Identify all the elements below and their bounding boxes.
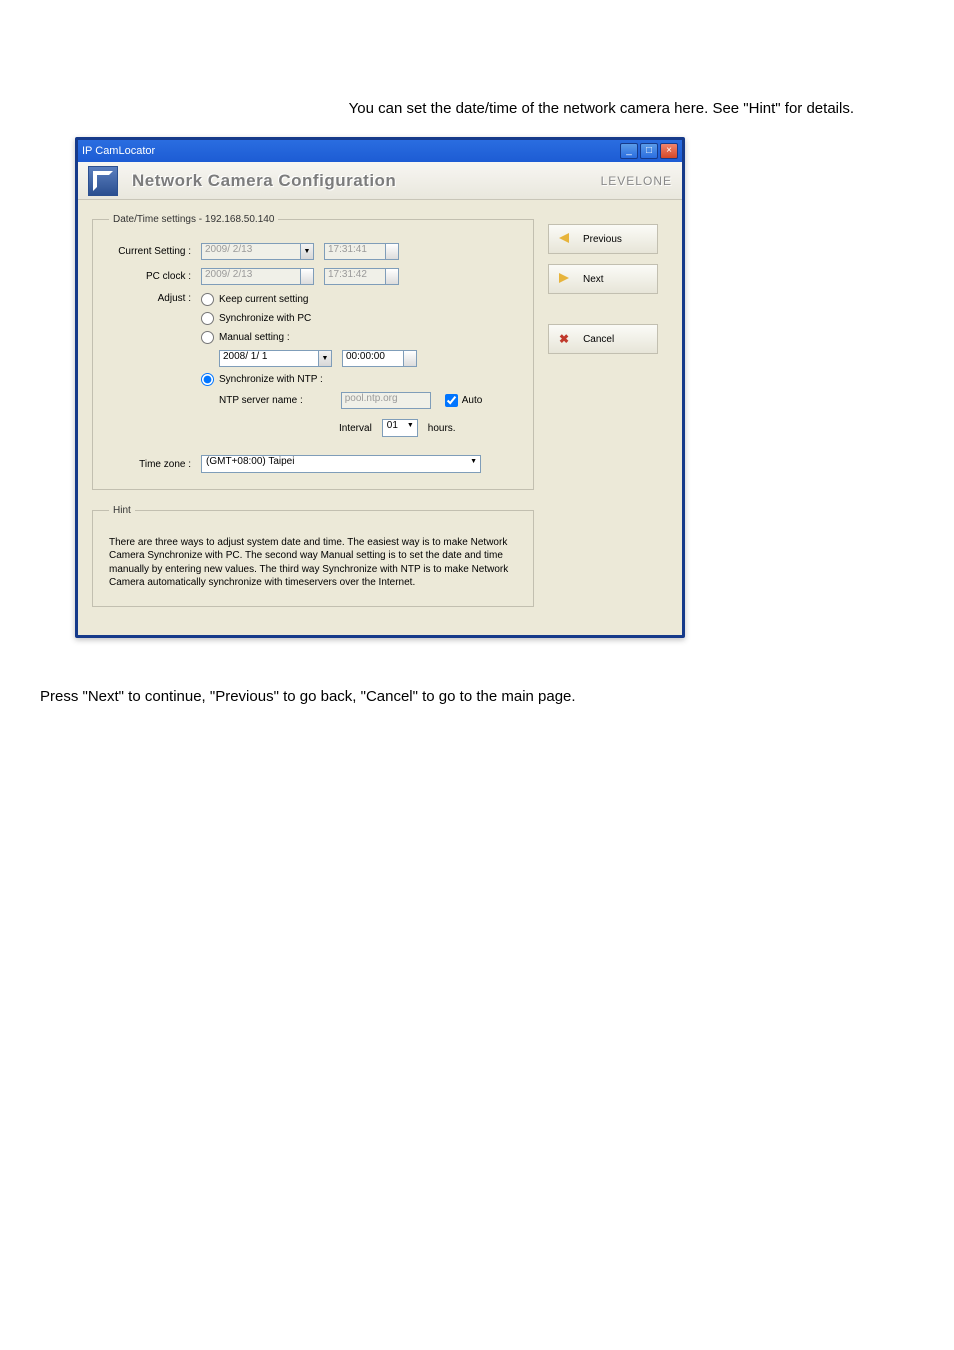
arrow-left-icon <box>559 233 569 246</box>
ntp-server-field: pool.ntp.org <box>341 392 431 409</box>
close-button[interactable]: × <box>660 143 678 159</box>
spinner-icon <box>386 243 399 260</box>
header-band: Network Camera Configuration LEVELONE <box>78 162 682 200</box>
date-dropdown-icon: ▼ <box>301 243 314 260</box>
spinner-icon <box>301 268 314 285</box>
label-interval-unit: hours. <box>428 423 456 434</box>
next-button[interactable]: Next <box>548 264 658 294</box>
previous-label: Previous <box>583 234 622 245</box>
interval-select[interactable]: 01 <box>382 419 418 437</box>
intro-text: You can set the date/time of the network… <box>40 100 914 117</box>
current-time-field: 17:31:41 <box>324 243 386 260</box>
checkbox-ntp-auto[interactable] <box>445 394 458 407</box>
date-dropdown-icon[interactable]: ▼ <box>319 350 332 367</box>
timezone-select[interactable]: (GMT+08:00) Taipei <box>201 455 481 473</box>
manual-time-field[interactable]: 00:00:00 <box>342 350 404 367</box>
close-icon <box>559 332 569 346</box>
cancel-label: Cancel <box>583 334 614 345</box>
current-date-field: 2009/ 2/13 <box>201 243 301 260</box>
logo-icon <box>88 166 118 196</box>
arrow-right-icon <box>559 273 569 286</box>
window-title: IP CamLocator <box>82 145 155 157</box>
window-titlebar: IP CamLocator _ □ × <box>78 140 682 162</box>
next-label: Next <box>583 274 604 285</box>
radio-sync-ntp[interactable] <box>201 373 214 386</box>
page-title: Network Camera Configuration <box>132 171 396 191</box>
label-adjust: Adjust : <box>109 293 201 304</box>
window-buttons: _ □ × <box>620 143 678 159</box>
hint-legend: Hint <box>109 504 135 518</box>
radio-keep-current[interactable] <box>201 293 214 306</box>
previous-button[interactable]: Previous <box>548 224 658 254</box>
pc-date-field: 2009/ 2/13 <box>201 268 301 285</box>
spinner-icon <box>386 268 399 285</box>
radio-sync-pc[interactable] <box>201 312 214 325</box>
label-pc-clock: PC clock : <box>109 271 201 282</box>
cancel-button[interactable]: Cancel <box>548 324 658 354</box>
app-window: IP CamLocator _ □ × Network Camera Confi… <box>75 137 685 638</box>
brand-label: LEVELONE <box>601 174 672 188</box>
label-ntp-auto: Auto <box>462 395 483 406</box>
hint-text: There are three ways to adjust system da… <box>109 537 508 589</box>
label-timezone: Time zone : <box>109 459 201 470</box>
datetime-group: Date/Time settings - 192.168.50.140 Curr… <box>92 214 534 490</box>
minimize-button[interactable]: _ <box>620 143 638 159</box>
pc-time-field: 17:31:42 <box>324 268 386 285</box>
label-ntp-server: NTP server name : <box>219 395 303 406</box>
hint-group: Hint There are three ways to adjust syst… <box>92 504 534 607</box>
radio-label-sync-pc: Synchronize with PC <box>219 313 311 324</box>
radio-label-keep: Keep current setting <box>219 294 309 305</box>
datetime-legend: Date/Time settings - 192.168.50.140 <box>109 214 278 225</box>
spinner-icon[interactable] <box>404 350 417 367</box>
manual-date-field[interactable]: 2008/ 1/ 1 <box>219 350 319 367</box>
radio-label-manual: Manual setting : <box>219 332 290 343</box>
radio-label-ntp: Synchronize with NTP : <box>219 374 323 385</box>
label-current: Current Setting : <box>109 246 201 257</box>
label-interval: Interval <box>339 423 372 434</box>
radio-manual[interactable] <box>201 331 214 344</box>
maximize-button[interactable]: □ <box>640 143 658 159</box>
footer-text: Press "Next" to continue, "Previous" to … <box>40 688 914 705</box>
